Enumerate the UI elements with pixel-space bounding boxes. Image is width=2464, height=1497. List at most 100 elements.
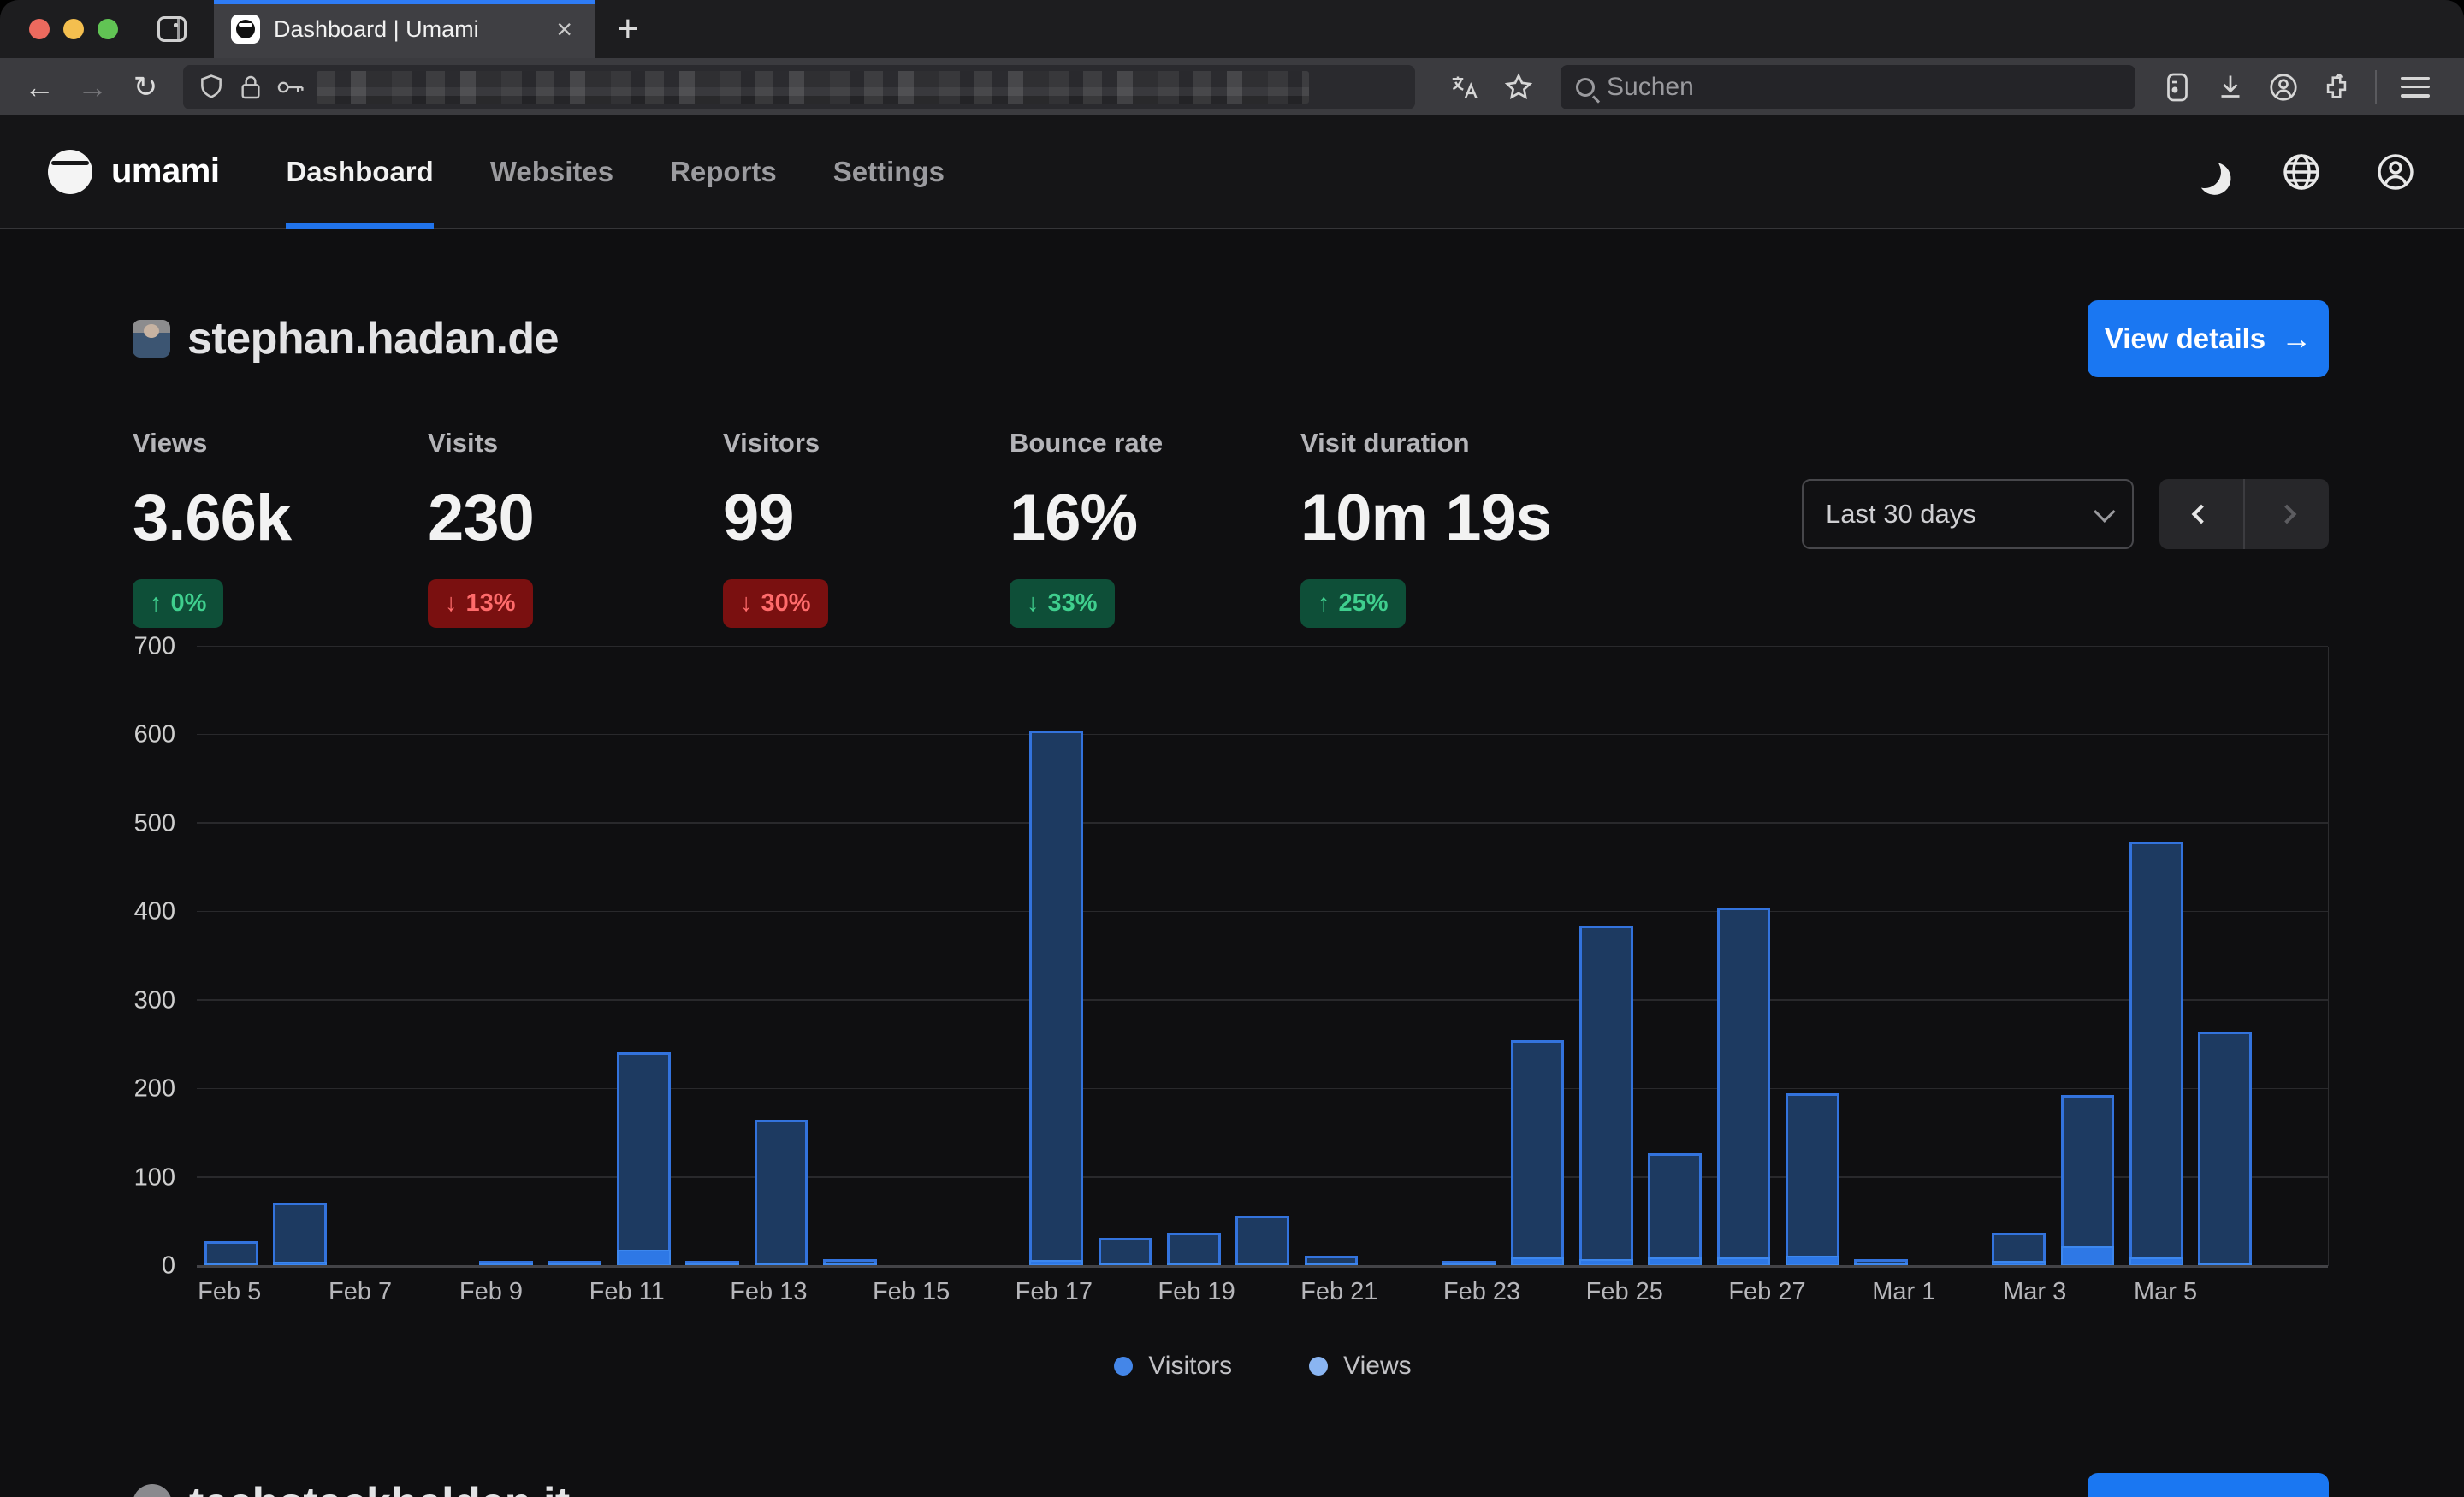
- close-window-button[interactable]: [29, 19, 50, 39]
- nav-item-settings[interactable]: Settings: [833, 115, 945, 228]
- bar-slot-mar-7[interactable]: [2260, 647, 2328, 1266]
- zoom-window-button[interactable]: [98, 19, 118, 39]
- x-tick-label: Feb 27: [1728, 1278, 1805, 1306]
- x-tick-label: [1663, 1278, 1728, 1306]
- nav-item-reports[interactable]: Reports: [670, 115, 777, 228]
- search-input[interactable]: Suchen: [1561, 65, 2135, 109]
- bar-slot-feb-9[interactable]: [471, 647, 540, 1266]
- prev-period-button[interactable]: [2159, 479, 2243, 549]
- bar-slot-feb-20[interactable]: [1228, 647, 1296, 1266]
- stat-value: 16%: [1010, 481, 1300, 555]
- bar-slot-feb-8[interactable]: [403, 647, 471, 1266]
- views-bar[interactable]: [2129, 842, 2183, 1266]
- arrow-down-icon: ↓: [740, 589, 753, 618]
- bar-slot-mar-3[interactable]: [1984, 647, 2052, 1266]
- stat-value: 10m 19s: [1300, 481, 1660, 555]
- menu-icon[interactable]: [2392, 65, 2438, 109]
- stat-change-badge: ↓30%: [723, 579, 828, 628]
- views-bar[interactable]: [1717, 908, 1771, 1266]
- legend-item-visitors[interactable]: Visitors: [1114, 1352, 1232, 1381]
- nav-items: Dashboard Websites Reports Settings: [286, 115, 945, 228]
- bar-slot-feb-10[interactable]: [541, 647, 609, 1266]
- bar-slot-mar-1[interactable]: [1847, 647, 1916, 1266]
- key-icon[interactable]: [275, 76, 305, 98]
- views-bar[interactable]: [755, 1120, 808, 1266]
- bar-slot-mar-2[interactable]: [1916, 647, 1984, 1266]
- password-manager-icon[interactable]: [2154, 65, 2200, 109]
- arrow-right-icon: →: [2281, 321, 2312, 357]
- views-bar[interactable]: [2198, 1032, 2252, 1266]
- sidebar-toggle-icon[interactable]: [142, 0, 202, 58]
- new-tab-button[interactable]: +: [595, 0, 661, 58]
- profile-icon[interactable]: [2375, 151, 2416, 192]
- account-icon[interactable]: [2260, 65, 2307, 109]
- views-bar[interactable]: [1786, 1093, 1839, 1266]
- x-tick-label: [1235, 1278, 1300, 1306]
- legend-label: Visitors: [1148, 1352, 1232, 1381]
- shield-icon[interactable]: [197, 73, 226, 102]
- bar-slot-feb-24[interactable]: [1503, 647, 1572, 1266]
- close-tab-icon[interactable]: ×: [551, 14, 578, 44]
- bar-slot-feb-16[interactable]: [953, 647, 1022, 1266]
- legend-item-views[interactable]: Views: [1309, 1352, 1411, 1381]
- minimize-window-button[interactable]: [63, 19, 84, 39]
- translate-icon[interactable]: [1442, 65, 1489, 109]
- bar-slot-feb-14[interactable]: [815, 647, 884, 1266]
- browser-tab-active[interactable]: Dashboard | Umami ×: [214, 0, 595, 58]
- bar-slot-feb-17[interactable]: [1022, 647, 1090, 1266]
- y-tick-label: 700: [134, 633, 175, 661]
- bar-slot-mar-4[interactable]: [2053, 647, 2122, 1266]
- extensions-icon[interactable]: [2313, 65, 2360, 109]
- bar-slot-feb-5[interactable]: [197, 647, 265, 1266]
- theme-toggle-moon-icon[interactable]: [2189, 156, 2228, 188]
- language-globe-icon[interactable]: [2281, 151, 2322, 192]
- lock-icon[interactable]: [238, 74, 264, 101]
- forward-button: →: [68, 65, 116, 109]
- views-bar[interactable]: [617, 1052, 671, 1266]
- bar-slot-feb-13[interactable]: [747, 647, 815, 1266]
- views-bar[interactable]: [1235, 1216, 1289, 1266]
- url-bar[interactable]: [183, 65, 1415, 109]
- bar-slot-feb-21[interactable]: [1297, 647, 1365, 1266]
- stat-change-badge: ↑25%: [1300, 579, 1406, 628]
- visitors-bar[interactable]: [617, 1250, 671, 1266]
- bar-slot-feb-26[interactable]: [1641, 647, 1709, 1266]
- y-tick-label: 500: [134, 809, 175, 837]
- bar-slot-mar-6[interactable]: [2190, 647, 2259, 1266]
- bar-slot-mar-5[interactable]: [2122, 647, 2190, 1266]
- views-bar[interactable]: [1579, 926, 1633, 1266]
- bar-slot-feb-15[interactable]: [885, 647, 953, 1266]
- views-bar[interactable]: [1511, 1040, 1565, 1266]
- stat-visits: Visits230↓13%: [428, 428, 723, 628]
- views-bar[interactable]: [1648, 1153, 1702, 1266]
- bookmark-star-icon[interactable]: [1496, 65, 1542, 109]
- visitors-bar[interactable]: [2061, 1246, 2115, 1266]
- bar-slot-feb-22[interactable]: [1365, 647, 1434, 1266]
- bar-slot-feb-6[interactable]: [265, 647, 334, 1266]
- bar-slot-feb-23[interactable]: [1434, 647, 1502, 1266]
- downloads-icon[interactable]: [2207, 65, 2254, 109]
- date-range-select[interactable]: Last 30 days: [1802, 479, 2134, 549]
- nav-item-dashboard[interactable]: Dashboard: [286, 115, 433, 228]
- view-details-button[interactable]: View details →: [2088, 300, 2329, 377]
- bar-slot-feb-12[interactable]: [678, 647, 747, 1266]
- y-tick-label: 400: [134, 898, 175, 926]
- views-bar[interactable]: [1029, 731, 1083, 1266]
- bar-slot-feb-25[interactable]: [1572, 647, 1640, 1266]
- bar-slot-feb-7[interactable]: [335, 647, 403, 1266]
- views-bar[interactable]: [273, 1203, 327, 1266]
- views-bar[interactable]: [2061, 1095, 2115, 1266]
- x-tick-label: Feb 25: [1586, 1278, 1663, 1306]
- reload-button[interactable]: ↻: [121, 65, 169, 109]
- bar-slot-feb-18[interactable]: [1091, 647, 1159, 1266]
- x-tick-label: [1520, 1278, 1585, 1306]
- umami-brand[interactable]: umami: [48, 150, 219, 194]
- nav-item-websites[interactable]: Websites: [490, 115, 613, 228]
- second-view-details-button[interactable]: View details →: [2088, 1473, 2329, 1497]
- bar-slot-feb-11[interactable]: [609, 647, 678, 1266]
- bar-slot-feb-28[interactable]: [1778, 647, 1846, 1266]
- back-button[interactable]: ←: [15, 65, 63, 109]
- bar-slot-feb-27[interactable]: [1709, 647, 1778, 1266]
- views-bar[interactable]: [1167, 1233, 1221, 1266]
- bar-slot-feb-19[interactable]: [1159, 647, 1228, 1266]
